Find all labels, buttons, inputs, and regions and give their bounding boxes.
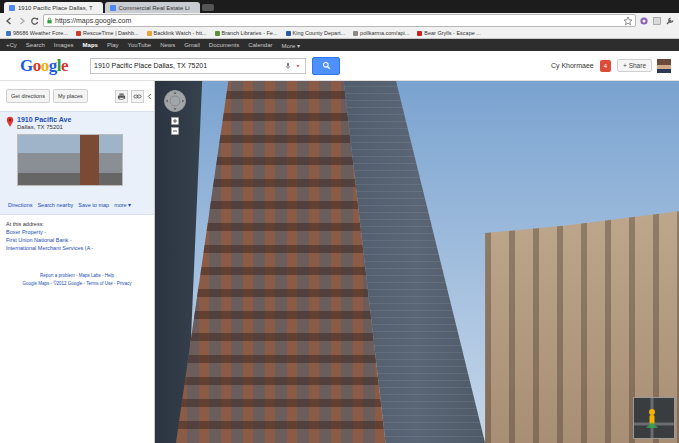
- sidebar-button[interactable]: Get directions: [6, 89, 50, 103]
- favicon-icon: [110, 5, 116, 11]
- share-button[interactable]: + Share: [617, 59, 652, 72]
- sidebar-button[interactable]: My places: [53, 89, 88, 103]
- street-view-thumbnail[interactable]: [17, 134, 123, 186]
- favicon-icon: [6, 31, 11, 36]
- address-bar[interactable]: https://maps.google.com: [43, 14, 636, 27]
- sidebar: Get directionsMy places1910 Pacific AveD…: [0, 81, 155, 443]
- favicon-icon: [417, 31, 422, 36]
- user-name[interactable]: Cy Khormaee: [551, 62, 594, 69]
- zoom-control[interactable]: [171, 117, 179, 135]
- bookmark[interactable]: RescueTime | Dashb...: [76, 30, 139, 36]
- browser-tab[interactable]: Commercial Real Estate Li: [105, 2, 200, 13]
- place-card[interactable]: 1910 Pacific AveDallas, TX 75201 Directio…: [0, 111, 154, 215]
- bookmark[interactable]: Bear Grylls - Escape ...: [417, 30, 481, 36]
- toolbar: https://maps.google.com: [0, 13, 679, 28]
- zoom-in-icon[interactable]: [171, 117, 179, 125]
- collapse-arrow-icon[interactable]: [147, 92, 152, 101]
- google-bar-link[interactable]: Play: [107, 42, 119, 48]
- favicon-icon: [353, 31, 358, 36]
- reload-icon[interactable]: [30, 16, 40, 26]
- search-icon: [322, 61, 331, 70]
- wrench-icon[interactable]: [665, 16, 675, 26]
- business-link[interactable]: International Merchant Services (A -: [6, 244, 148, 252]
- bookmark[interactable]: King County Depart...: [286, 30, 346, 36]
- favicon-icon: [286, 31, 291, 36]
- forward-icon[interactable]: [17, 16, 27, 26]
- microphone-icon[interactable]: [284, 62, 292, 70]
- back-icon[interactable]: [4, 16, 14, 26]
- star-icon[interactable]: [623, 16, 633, 26]
- place-link[interactable]: Save to map: [78, 202, 109, 208]
- search-button[interactable]: [312, 57, 340, 75]
- google-bar-link[interactable]: News: [160, 42, 175, 48]
- favicon-icon: [215, 31, 220, 36]
- bookmark[interactable]: Branch Libraries - Fe...: [215, 30, 278, 36]
- google-bar-link[interactable]: Search: [26, 42, 45, 48]
- browser-tab[interactable]: 1910 Pacific Place Dallas, T: [4, 2, 103, 13]
- search-field[interactable]: 1910 Pacific Place Dallas, TX 75201: [90, 58, 306, 74]
- place-link[interactable]: Search nearby: [37, 202, 73, 208]
- bookmark[interactable]: Backlink Watch - htt...: [147, 30, 207, 36]
- lock-icon: [46, 17, 53, 24]
- business-link[interactable]: Boxer Property -: [6, 228, 148, 236]
- print-icon[interactable]: [115, 90, 128, 103]
- footer-links[interactable]: Report a problem - Maps Labs - Help: [2, 272, 152, 280]
- place-link[interactable]: more ▾: [114, 202, 131, 208]
- at-address-label: At this address:: [6, 221, 148, 227]
- google-bar-link[interactable]: Gmail: [184, 42, 200, 48]
- google-logo[interactable]: Google: [20, 56, 68, 76]
- footer-links[interactable]: Google Maps - ©2012 Google - Terms of Us…: [2, 280, 152, 288]
- bookmark[interactable]: 98686 Weather Fore...: [6, 30, 68, 36]
- notification-badge[interactable]: 4: [600, 60, 611, 72]
- google-bar-link[interactable]: Maps: [83, 42, 98, 48]
- google-bar-link[interactable]: More ▾: [282, 42, 300, 49]
- compass-icon: [163, 89, 187, 113]
- place-address: Dallas, TX 75201: [17, 124, 71, 130]
- google-bar-link[interactable]: Calendar: [248, 42, 272, 48]
- dropdown-arrow-icon[interactable]: [294, 62, 302, 70]
- extension-icon[interactable]: [652, 16, 662, 26]
- google-bar-link[interactable]: +Cy: [6, 42, 17, 48]
- avatar-icon[interactable]: [657, 59, 671, 73]
- favicon-icon: [76, 31, 81, 36]
- map-pin-icon: [6, 116, 14, 128]
- extension-icon[interactable]: [639, 16, 649, 26]
- maps-header: Google 1910 Pacific Place Dallas, TX 7520…: [0, 51, 679, 81]
- bookmark[interactable]: pollkarma.com/api...: [353, 30, 409, 36]
- browser-window: 1910 Pacific Place Dallas, TCommercial R…: [0, 0, 679, 443]
- main-area: Get directionsMy places1910 Pacific AveD…: [0, 81, 679, 443]
- favicon-icon: [9, 5, 15, 11]
- street-view-image[interactable]: [155, 81, 679, 443]
- business-link[interactable]: First Union National Bank -: [6, 236, 148, 244]
- place-title[interactable]: 1910 Pacific Ave: [17, 116, 71, 123]
- place-link[interactable]: Directions: [8, 202, 32, 208]
- pegman-icon: [634, 398, 674, 438]
- zoom-out-icon[interactable]: [171, 127, 179, 135]
- tab-strip: 1910 Pacific Place Dallas, TCommercial R…: [0, 0, 679, 13]
- link-icon[interactable]: [131, 90, 144, 103]
- google-bar-link[interactable]: YouTube: [128, 42, 152, 48]
- google-bar-link[interactable]: Documents: [209, 42, 239, 48]
- new-tab-button[interactable]: [202, 4, 214, 11]
- sidebar-footer: Report a problem - Maps Labs - HelpGoogl…: [0, 272, 154, 288]
- favicon-icon: [147, 31, 152, 36]
- minimap[interactable]: [633, 397, 675, 439]
- bookmarks-bar: 98686 Weather Fore... RescueTime | Dashb.…: [0, 28, 679, 39]
- google-bar-link[interactable]: Images: [54, 42, 74, 48]
- google-bar: +Cy Search Images Maps Play YouTube News Gmail D…: [0, 39, 679, 51]
- pan-control[interactable]: [163, 89, 187, 113]
